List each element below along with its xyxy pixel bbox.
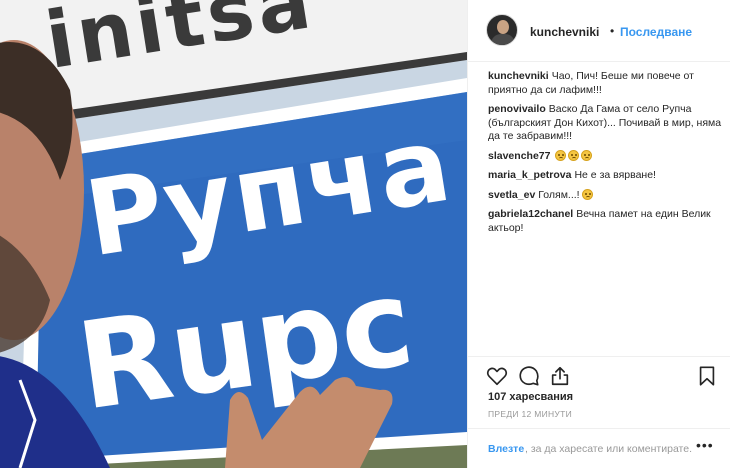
heart-icon[interactable] <box>486 365 508 387</box>
crying-face-emoji-icon <box>555 149 567 161</box>
follow-button[interactable]: Последване <box>620 25 692 39</box>
post-side-panel: kunchevniki • Последване kunchevniki Чао,… <box>467 0 730 468</box>
action-bar <box>468 356 730 396</box>
comment-username[interactable]: penovivailo <box>488 103 546 115</box>
share-icon[interactable] <box>549 365 571 387</box>
comment-username[interactable]: maria_k_petrova <box>488 169 571 181</box>
comment-item: kunchevniki Чао, Пич! Беше ми повече от п… <box>488 70 724 97</box>
more-options-icon[interactable]: ••• <box>696 437 714 453</box>
crying-face-emoji-icon <box>581 149 593 161</box>
header-username[interactable]: kunchevniki <box>530 25 599 39</box>
crying-face-emoji-icon <box>568 149 580 161</box>
login-link[interactable]: Влезте <box>488 443 524 455</box>
comment-item: gabriela12chanel Вечна памет на един Вели… <box>488 208 724 235</box>
photo-person <box>0 40 393 468</box>
comments-list: kunchevniki Чао, Пич! Беше ми повече от п… <box>488 70 724 241</box>
comment-username[interactable]: slavenche77 <box>488 150 550 162</box>
comment-item: maria_k_petrova Не е за вярване! <box>488 169 724 183</box>
bookmark-icon[interactable] <box>696 365 718 387</box>
comment-text: Не е за вярване! <box>574 169 656 181</box>
login-prompt-text: , за да харесате или коментирате. <box>525 443 693 455</box>
comment-username[interactable]: kunchevniki <box>488 70 549 82</box>
post-header: kunchevniki • Последване <box>468 0 730 62</box>
comment-item: svetla_ev Голям...! <box>488 188 724 203</box>
login-footer: Влезте , за да харесате или коментирате.… <box>468 428 730 468</box>
likes-count[interactable]: 107 харесвания <box>488 391 573 403</box>
post-timestamp: ПРЕДИ 12 МИНУТИ <box>488 409 573 419</box>
comment-text: Голям...! <box>538 188 580 201</box>
sad-face-emoji-icon <box>581 188 593 200</box>
comment-username[interactable]: gabriela12chanel <box>488 208 573 220</box>
comment-item: slavenche77 <box>488 149 724 164</box>
comment-username[interactable]: svetla_ev <box>488 189 535 201</box>
header-separator: • <box>610 24 615 38</box>
comment-icon[interactable] <box>518 365 540 387</box>
post-photo[interactable]: initsa Рупча Rupc <box>0 0 467 468</box>
comment-item: penovivailo Васко Да Гама от село Рупча (… <box>488 103 724 144</box>
avatar[interactable] <box>486 14 518 46</box>
